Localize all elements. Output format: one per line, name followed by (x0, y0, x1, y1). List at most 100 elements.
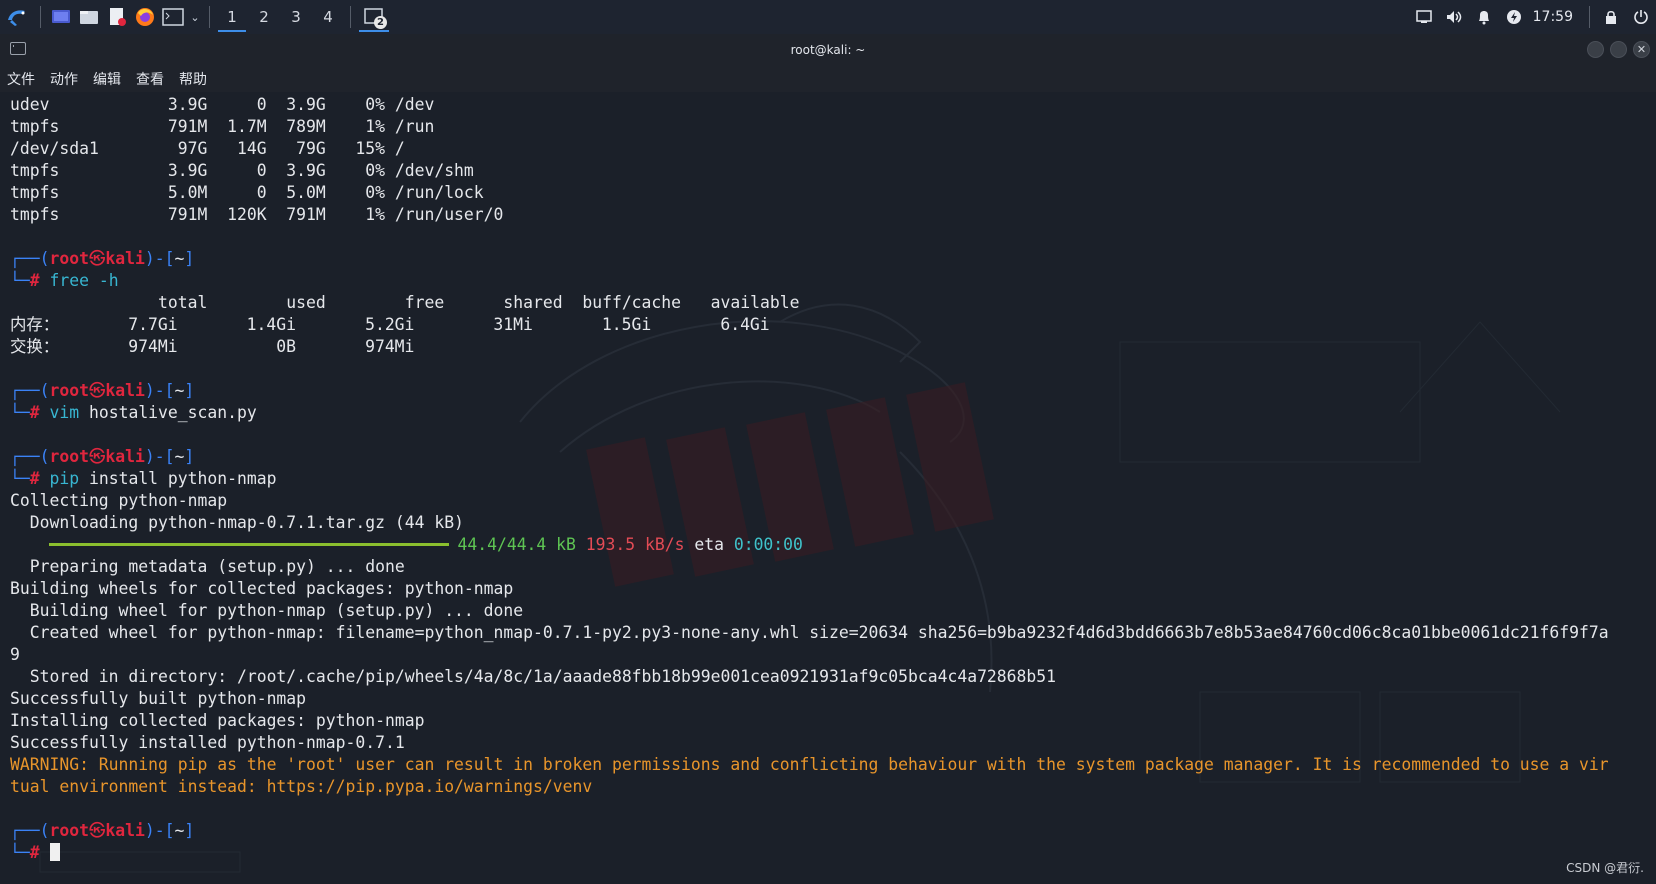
prompt-host: kali (105, 447, 145, 466)
menu-file[interactable]: 文件 (0, 69, 43, 89)
progress-eta-label: eta (694, 535, 724, 554)
prompt-user: root (49, 447, 89, 466)
text-editor-icon[interactable] (103, 0, 131, 34)
kali-skull-icon: ㉿ (88, 821, 106, 840)
window-title: root@kali: ~ (790, 43, 866, 57)
menu-view[interactable]: 查看 (129, 69, 172, 89)
display-icon[interactable] (1409, 0, 1439, 34)
kali-skull-icon: ㉿ (88, 447, 106, 466)
prompt-mid: )-[ (144, 249, 175, 268)
prompt-host: kali (105, 381, 145, 400)
progress-eta: 0:00:00 (733, 535, 803, 554)
prompt-line: ┌──(root㉿kali)-[~] (10, 446, 1656, 468)
prompt-dir: ~ (174, 249, 185, 268)
output-line: Successfully installed python-nmap-0.7.1 (10, 733, 405, 752)
prompt-mid: )-[ (144, 447, 175, 466)
prompt-hash: # (29, 843, 40, 862)
close-icon: ✕ (1636, 43, 1647, 56)
window-controls: ✕ (1587, 41, 1650, 58)
terminal-icon[interactable] (159, 0, 187, 34)
terminal-scrollbar[interactable] (1646, 92, 1656, 884)
lock-icon[interactable] (1596, 0, 1626, 34)
prompt-hash-prefix: └─ (10, 271, 30, 290)
prompt-prefix: ┌──( (10, 821, 50, 840)
output-line: Stored in directory: /root/.cache/pip/wh… (10, 667, 1057, 686)
menu-help[interactable]: 帮助 (172, 69, 215, 89)
menu-edit[interactable]: 编辑 (86, 69, 129, 89)
prompt-host: kali (105, 821, 145, 840)
kali-skull-icon: ㉿ (88, 381, 106, 400)
prompt-line: ┌──(root㉿kali)-[~] (10, 820, 1656, 842)
system-tray: 17:59 (1409, 0, 1656, 34)
prompt-hash-prefix: └─ (10, 469, 30, 488)
text-cursor (49, 843, 60, 861)
logout-icon[interactable] (1626, 0, 1656, 34)
prompt-user: root (49, 249, 89, 268)
df-row: /dev/sda1 97G 14G 79G 15% / (10, 139, 405, 158)
output-line: Building wheels for collected packages: … (10, 579, 514, 598)
volume-icon[interactable] (1439, 0, 1469, 34)
output-line: Building wheel for python-nmap (setup.py… (10, 601, 524, 620)
menu-actions[interactable]: 动作 (43, 69, 86, 89)
command-name: free (49, 271, 89, 290)
command-name: vim (49, 403, 80, 422)
workspace-3[interactable]: 3 (280, 0, 312, 34)
prompt-hash: # (29, 403, 40, 422)
panel-separator (1589, 6, 1590, 28)
workspace-1[interactable]: 1 (216, 0, 248, 34)
df-row: tmpfs 791M 120K 791M 1% /run/user/0 (10, 205, 504, 224)
window-titlebar[interactable]: root@kali: ~ ✕ (0, 34, 1656, 66)
prompt-end: ] (184, 447, 195, 466)
prompt-user: root (49, 821, 89, 840)
taskbar-terminal-window[interactable]: 2 (357, 0, 391, 34)
output-line: Installing collected packages: python-nm… (10, 711, 425, 730)
command-line: └─# vim hostalive_scan.py (10, 402, 1656, 424)
close-button[interactable]: ✕ (1633, 41, 1650, 58)
free-mem-row: 内存： 7.7Gi 1.4Gi 5.2Gi 31Mi 1.5Gi 6.4Gi (10, 314, 1656, 336)
notification-bell-icon[interactable] (1469, 0, 1499, 34)
prompt-mid: )-[ (144, 381, 175, 400)
top-panel: ⌄ 1 2 3 4 2 17:59 (0, 0, 1656, 34)
file-manager-icon[interactable] (75, 0, 103, 34)
kali-menu-icon[interactable] (0, 0, 34, 34)
download-progress-bar (49, 543, 450, 546)
command-line[interactable]: └─# (10, 842, 1656, 864)
workspace-2[interactable]: 2 (248, 0, 280, 34)
window-count-badge: 2 (374, 16, 387, 29)
desktop-icon[interactable] (47, 0, 75, 34)
prompt-end: ] (184, 821, 195, 840)
chevron-down-icon[interactable]: ⌄ (187, 0, 203, 34)
csdn-watermark: CSDN @君衍. (1566, 861, 1644, 875)
prompt-prefix: ┌──( (10, 249, 50, 268)
firefox-icon[interactable] (131, 0, 159, 34)
progress-line: 44.4/44.4 kB 193.5 kB/s eta 0:00:00 (10, 534, 1656, 556)
prompt-end: ] (184, 381, 195, 400)
minimize-button[interactable] (1587, 41, 1604, 58)
terminal-output[interactable]: udev 3.9G 0 3.9G 0% /dev tmpfs 791M 1.7M… (0, 92, 1656, 884)
df-row: tmpfs 5.0M 0 5.0M 0% /run/lock (10, 183, 484, 202)
prompt-line: ┌──(root㉿kali)-[~] (10, 380, 1656, 402)
clock[interactable]: 17:59 (1533, 9, 1573, 25)
prompt-hash: # (29, 271, 40, 290)
output-line: 9 (10, 645, 20, 664)
panel-separator (350, 6, 351, 28)
terminal-lines: udev 3.9G 0 3.9G 0% /dev tmpfs 791M 1.7M… (10, 94, 1656, 864)
power-icon[interactable] (1499, 0, 1529, 34)
warning-line: tual environment instead: https://pip.py… (10, 777, 593, 796)
kali-skull-icon: ㉿ (88, 249, 106, 268)
free-swap-label: 交换： (10, 337, 60, 356)
menu-bar: 文件 动作 编辑 查看 帮助 (0, 66, 1656, 92)
panel-separator (209, 6, 210, 28)
free-swap-values: 974Mi 0B 974Mi (59, 337, 415, 356)
prompt-line: ┌──(root㉿kali)-[~] (10, 248, 1656, 270)
prompt-hash-prefix: └─ (10, 843, 30, 862)
free-mem-label: 内存： (10, 315, 60, 334)
workspace-4[interactable]: 4 (312, 0, 344, 34)
maximize-button[interactable] (1610, 41, 1627, 58)
progress-size: 44.4/44.4 kB (457, 535, 576, 554)
df-row: tmpfs 791M 1.7M 789M 1% /run (10, 117, 435, 136)
command-name: pip (49, 469, 80, 488)
